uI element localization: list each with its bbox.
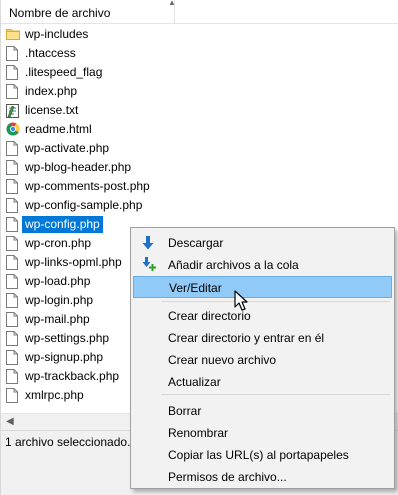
menu-separator bbox=[161, 301, 390, 302]
file-icon bbox=[6, 217, 20, 233]
file-name: wp-mail.php bbox=[25, 312, 90, 326]
file-row[interactable]: readme.html bbox=[1, 120, 398, 139]
context-menu: Descargar Añadir archivos a la cola Ver/Ed… bbox=[130, 227, 395, 489]
folder-icon bbox=[6, 27, 20, 43]
mouse-cursor-icon bbox=[234, 290, 248, 311]
file-name: wp-cron.php bbox=[25, 236, 92, 250]
file-name: wp-config-sample.php bbox=[25, 198, 143, 212]
text-file-icon bbox=[6, 103, 20, 119]
menu-item-copiar-las-url-s-al-portapapeles[interactable]: Copiar las URL(s) al portapapeles bbox=[133, 444, 392, 466]
file-icon bbox=[6, 46, 20, 62]
file-name: readme.html bbox=[25, 122, 92, 136]
file-name: wp-load.php bbox=[25, 274, 91, 288]
menu-item-label: Añadir archivos a la cola bbox=[168, 258, 299, 272]
add-to-queue-icon bbox=[141, 257, 157, 273]
file-icon bbox=[6, 255, 20, 271]
file-icon bbox=[6, 198, 20, 214]
menu-item-borrar[interactable]: Borrar bbox=[133, 400, 392, 422]
menu-item-crear-nuevo-archivo[interactable]: Crear nuevo archivo bbox=[133, 349, 392, 371]
status-text: 1 archivo seleccionado. T bbox=[5, 435, 141, 449]
download-arrow-icon bbox=[141, 235, 157, 251]
file-row[interactable]: wp-activate.php bbox=[1, 139, 398, 158]
menu-item-label: Renombrar bbox=[168, 426, 229, 440]
file-row[interactable]: wp-config-sample.php bbox=[1, 196, 398, 215]
menu-item-crear-directorio-y-entrar-en-él[interactable]: Crear directorio y entrar en él bbox=[133, 327, 392, 349]
file-icon bbox=[6, 65, 20, 81]
file-icon bbox=[6, 388, 20, 404]
menu-item-descargar[interactable]: Descargar bbox=[133, 232, 392, 254]
file-icon bbox=[6, 350, 20, 366]
menu-item-label: Permisos de archivo... bbox=[168, 470, 287, 484]
file-row[interactable]: .htaccess bbox=[1, 44, 398, 63]
file-icon bbox=[6, 274, 20, 290]
file-name: wp-signup.php bbox=[25, 350, 104, 364]
file-name: wp-activate.php bbox=[25, 141, 110, 155]
file-icon bbox=[6, 293, 20, 309]
file-name: wp-links-opml.php bbox=[25, 255, 122, 269]
menu-item-label: Copiar las URL(s) al portapapeles bbox=[168, 448, 349, 462]
menu-item-actualizar[interactable]: Actualizar bbox=[133, 371, 392, 393]
file-icon bbox=[6, 236, 20, 252]
file-name: wp-trackback.php bbox=[25, 369, 120, 383]
file-name: xmlrpc.php bbox=[25, 388, 84, 402]
file-row[interactable]: license.txt bbox=[1, 101, 398, 120]
file-name: wp-includes bbox=[25, 27, 89, 41]
menu-item-añadir-archivos-a-la-cola[interactable]: Añadir archivos a la cola bbox=[133, 254, 392, 276]
menu-item-label: Crear nuevo archivo bbox=[168, 353, 277, 367]
file-name: license.txt bbox=[25, 103, 79, 117]
menu-item-crear-directorio[interactable]: Crear directorio bbox=[133, 305, 392, 327]
file-icon bbox=[6, 312, 20, 328]
file-name: index.php bbox=[25, 84, 78, 98]
menu-item-renombrar[interactable]: Renombrar bbox=[133, 422, 392, 444]
column-header-filename[interactable]: Nombre de archivo ▲ bbox=[1, 0, 398, 24]
menu-item-label: Borrar bbox=[168, 404, 202, 418]
file-row[interactable]: wp-blog-header.php bbox=[1, 158, 398, 177]
file-name: wp-login.php bbox=[25, 293, 94, 307]
menu-item-label: Actualizar bbox=[168, 375, 221, 389]
menu-item-permisos-de-archivo[interactable]: Permisos de archivo... bbox=[133, 466, 392, 488]
menu-item-label: Descargar bbox=[168, 236, 224, 250]
file-icon bbox=[6, 179, 20, 195]
file-row[interactable]: index.php bbox=[1, 82, 398, 101]
menu-item-ver-editar[interactable]: Ver/Editar bbox=[133, 276, 392, 298]
chrome-icon bbox=[6, 122, 20, 138]
menu-item-label: Ver/Editar bbox=[169, 281, 222, 295]
column-separator[interactable] bbox=[174, 0, 175, 24]
file-icon bbox=[6, 160, 20, 176]
file-icon bbox=[6, 84, 20, 100]
file-name: wp-comments-post.php bbox=[25, 179, 150, 193]
file-row[interactable]: .litespeed_flag bbox=[1, 63, 398, 82]
scroll-left-icon[interactable]: ◀ bbox=[6, 416, 14, 427]
file-name: wp-settings.php bbox=[25, 331, 110, 345]
menu-item-label: Crear directorio y entrar en él bbox=[168, 331, 325, 345]
file-icon bbox=[6, 369, 20, 385]
file-name: wp-config.php bbox=[22, 216, 103, 233]
file-name: .litespeed_flag bbox=[25, 65, 103, 79]
file-name: wp-blog-header.php bbox=[25, 160, 132, 174]
file-name: .htaccess bbox=[25, 46, 76, 60]
file-row[interactable]: wp-comments-post.php bbox=[1, 177, 398, 196]
menu-separator bbox=[161, 394, 390, 395]
file-icon bbox=[6, 331, 20, 347]
file-icon bbox=[6, 141, 20, 157]
file-row[interactable]: wp-includes bbox=[1, 25, 398, 44]
column-header-label: Nombre de archivo bbox=[9, 6, 111, 20]
